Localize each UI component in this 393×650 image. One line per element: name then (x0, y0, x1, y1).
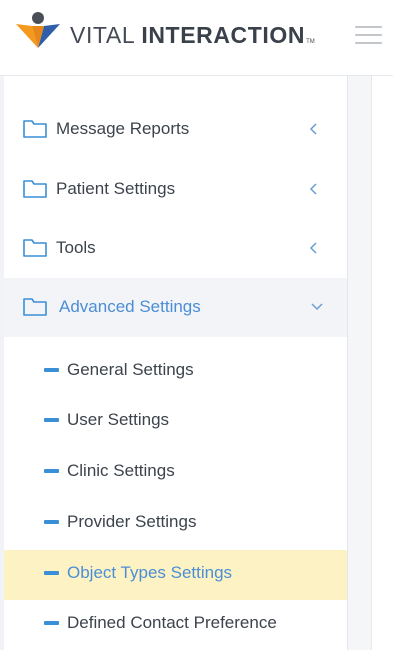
dash-bullet-icon (44, 621, 59, 625)
submenu-item-label: Object Types Settings (67, 563, 233, 582)
submenu-item-label: Provider Settings (67, 512, 197, 531)
chevron-left-icon (309, 123, 317, 135)
brand-bold-text: INTERACTION (141, 22, 306, 48)
submenu-item-general-settings[interactable]: General Settings (4, 347, 347, 397)
sidebar-item-message-reports[interactable]: Message Reports (0, 100, 347, 159)
dash-bullet-icon (44, 520, 59, 524)
sidebar-item-tools[interactable]: Tools (0, 219, 347, 278)
sidebar-scroll-rail[interactable] (348, 76, 372, 650)
submenu-item-provider-settings[interactable]: Provider Settings (4, 499, 347, 549)
submenu-item-label: Defined Contact Preference (67, 613, 277, 632)
submenu-item-label: User Settings (67, 410, 170, 429)
brand-name: VITAL INTERACTIONTM (70, 22, 315, 49)
sidebar-item-label: Advanced Settings (59, 297, 201, 316)
hamburger-menu-icon[interactable] (355, 26, 382, 44)
chevron-left-icon (309, 183, 317, 195)
vital-interaction-logo-icon[interactable] (14, 10, 62, 52)
dash-bullet-icon (44, 571, 59, 575)
dash-bullet-icon (44, 418, 59, 422)
chevron-left-icon (309, 242, 317, 254)
sidebar-item-label: Patient Settings (56, 179, 176, 198)
chevron-down-icon (311, 303, 323, 311)
submenu-item-label: Clinic Settings (67, 461, 175, 480)
sidebar-item-patient-settings[interactable]: Patient Settings (0, 160, 347, 219)
submenu-item-object-types-settings[interactable]: Object Types Settings (4, 550, 347, 600)
submenu-item-defined-contact-preference[interactable]: Defined Contact Preference (4, 600, 347, 650)
folder-icon (23, 180, 47, 198)
sidebar-item-label: Message Reports (56, 119, 190, 138)
submenu-item-user-settings[interactable]: User Settings (4, 397, 347, 447)
sidebar-item-label: Tools (56, 238, 96, 257)
folder-icon (23, 239, 47, 257)
brand-light-text: VITAL (70, 22, 142, 48)
main-content-area (373, 76, 393, 650)
submenu-item-label: General Settings (67, 360, 194, 379)
sidebar-nav: Message Reports Patient Settings Tools A… (0, 76, 348, 650)
app-header: VITAL INTERACTIONTM (0, 0, 393, 76)
sidebar-left-edge (0, 76, 4, 650)
sidebar-item-advanced-settings[interactable]: Advanced Settings (0, 278, 347, 337)
submenu-item-clinic-settings[interactable]: Clinic Settings (4, 448, 347, 498)
folder-icon (23, 120, 47, 138)
dash-bullet-icon (44, 368, 59, 372)
dash-bullet-icon (44, 469, 59, 473)
folder-icon (23, 298, 47, 316)
trademark-symbol: TM (306, 39, 315, 45)
